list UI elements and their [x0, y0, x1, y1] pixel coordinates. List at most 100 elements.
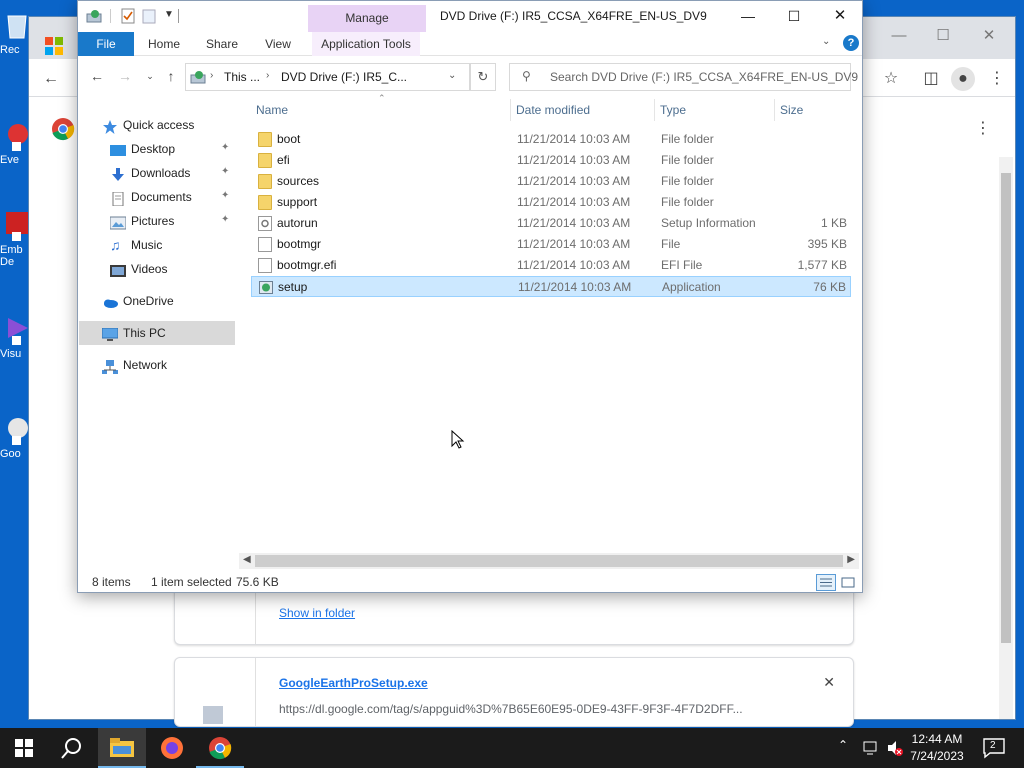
minimize-button[interactable]: —	[728, 3, 768, 29]
forward-arrow-icon[interactable]: →	[115, 66, 135, 86]
scroll-left-arrow-icon[interactable]: ◀	[243, 554, 251, 565]
side-panel-icon[interactable]: ◫	[919, 67, 943, 91]
nav-this-pc[interactable]: This PC	[101, 321, 166, 345]
onedrive-cloud-icon	[102, 294, 118, 308]
file-date: 11/21/2014 10:03 AM	[517, 153, 631, 167]
chrome-close-button[interactable]: ✕	[969, 23, 1009, 49]
file-row[interactable]: bootmgr.efi 11/21/2014 10:03 AM EFI File…	[251, 255, 851, 276]
new-folder-icon[interactable]	[142, 8, 156, 24]
profile-avatar-icon[interactable]: ●	[951, 67, 975, 91]
downloads-menu-icon[interactable]: ⋮	[971, 117, 995, 141]
scroll-right-arrow-icon[interactable]: ▶	[847, 554, 855, 565]
details-view-icon[interactable]	[816, 574, 836, 591]
tab-file[interactable]: File	[78, 32, 134, 56]
download-url: https://dl.google.com/tag/s/appguid%3D%7…	[279, 702, 743, 716]
chrome-maximize-button[interactable]: ☐	[923, 23, 963, 49]
file-date: 11/21/2014 10:03 AM	[517, 258, 631, 272]
desktop-icon-label: Goo	[0, 448, 21, 460]
chrome-menu-icon[interactable]: ⋮	[985, 67, 1009, 91]
status-item-count: 8 items	[92, 575, 131, 589]
address-bar[interactable]: › This ... › DVD Drive (F:) IR5_C... ⌄	[185, 63, 470, 91]
file-row[interactable]: sources 11/21/2014 10:03 AM File folder	[251, 171, 851, 192]
tab-home[interactable]: Home	[140, 32, 188, 56]
nav-quick-access[interactable]: Quick access	[102, 113, 194, 137]
downloads-arrow-icon	[110, 166, 126, 181]
column-header-name[interactable]: Name	[251, 95, 507, 125]
pin-icon[interactable]: ✦	[221, 142, 229, 153]
remove-download-close-icon[interactable]: ✕	[823, 674, 835, 691]
action-center-button[interactable]: 2	[982, 736, 1006, 760]
search-box[interactable]: ⚲ Search DVD Drive (F:) IR5_CCSA_X64FRE_…	[509, 63, 858, 91]
breadcrumb-dvd-drive[interactable]: DVD Drive (F:) IR5_C...	[281, 70, 407, 84]
scrollbar-thumb[interactable]	[255, 555, 843, 567]
large-icons-view-icon[interactable]	[840, 574, 856, 591]
taskbar-file-explorer[interactable]	[98, 728, 146, 768]
file-name: boot	[277, 132, 301, 146]
help-icon[interactable]: ?	[843, 35, 859, 51]
nav-documents[interactable]: Documents	[110, 185, 192, 209]
clock-time: 12:44 AM	[911, 732, 963, 746]
column-header-date-modified[interactable]: Date modified	[511, 95, 651, 125]
nav-videos[interactable]: Videos	[110, 257, 167, 281]
file-row[interactable]: support 11/21/2014 10:03 AM File folder	[251, 192, 851, 213]
maximize-button[interactable]: ☐	[774, 3, 814, 29]
breadcrumb-separator-icon[interactable]: ›	[266, 70, 269, 81]
breadcrumb-this-pc[interactable]: This ...	[224, 70, 260, 84]
tab-share[interactable]: Share	[198, 32, 246, 56]
chrome-vertical-scrollbar[interactable]	[999, 157, 1013, 719]
volume-muted-icon[interactable]	[886, 739, 904, 757]
pin-icon[interactable]: ✦	[221, 214, 229, 225]
taskbar-chrome[interactable]	[196, 728, 244, 768]
tab-view[interactable]: View	[254, 32, 302, 56]
close-button[interactable]: ✕	[820, 3, 860, 29]
horizontal-scrollbar[interactable]: ◀ ▶	[239, 553, 859, 569]
file-row[interactable]: autorun 11/21/2014 10:03 AM Setup Inform…	[251, 213, 851, 234]
taskbar-firefox[interactable]	[148, 728, 196, 768]
tab-application-tools[interactable]: Application Tools	[312, 32, 420, 56]
file-date: 11/21/2014 10:03 AM	[517, 216, 631, 230]
address-dropdown-chevron-icon[interactable]: ⌄	[448, 70, 456, 81]
expand-ribbon-chevron-icon[interactable]: ⌄	[822, 36, 830, 47]
network-status-icon[interactable]	[862, 740, 880, 756]
nav-onedrive[interactable]: OneDrive	[102, 289, 174, 313]
nav-downloads[interactable]: Downloads	[110, 161, 190, 185]
search-button[interactable]	[48, 728, 96, 768]
desktop-folder-icon	[110, 142, 126, 156]
file-name: autorun	[277, 216, 318, 230]
back-icon[interactable]: ←	[39, 67, 63, 91]
nav-network[interactable]: Network	[102, 353, 167, 377]
column-header-size[interactable]: Size	[775, 95, 851, 125]
videos-icon	[110, 262, 126, 277]
chrome-minimize-button[interactable]: —	[879, 23, 919, 49]
pin-icon[interactable]: ✦	[221, 166, 229, 177]
download-filename-link[interactable]: GoogleEarthProSetup.exe	[279, 676, 428, 690]
file-size: 1 KB	[820, 216, 847, 230]
card-divider	[255, 658, 256, 726]
nav-desktop[interactable]: Desktop	[110, 137, 175, 161]
show-in-folder-link[interactable]: Show in folder	[279, 606, 355, 620]
up-arrow-icon[interactable]: ↑	[161, 66, 181, 86]
system-clock[interactable]: 12:44 AM 7/24/2023	[906, 731, 968, 765]
mouse-cursor-icon	[451, 429, 465, 450]
breadcrumb-separator-icon[interactable]: ›	[210, 70, 213, 81]
scrollbar-thumb[interactable]	[1001, 173, 1011, 643]
folder-icon	[258, 132, 272, 147]
start-button[interactable]	[0, 728, 48, 768]
pin-icon[interactable]: ✦	[221, 190, 229, 201]
show-hidden-icons-chevron-icon[interactable]: ⌃	[838, 738, 848, 752]
file-row[interactable]: efi 11/21/2014 10:03 AM File folder	[251, 150, 851, 171]
file-type: EFI File	[661, 258, 703, 272]
column-header-type[interactable]: Type	[655, 95, 773, 125]
refresh-button[interactable]: ↻	[470, 63, 496, 91]
file-row-selected[interactable]: setup 11/21/2014 10:03 AM Application 76…	[251, 276, 851, 297]
file-row[interactable]: bootmgr 11/21/2014 10:03 AM File 395 KB	[251, 234, 851, 255]
nav-music[interactable]: ♫ Music	[110, 233, 162, 257]
nav-pictures[interactable]: Pictures	[109, 209, 174, 233]
bookmark-star-icon[interactable]: ☆	[879, 67, 903, 91]
file-row[interactable]: boot 11/21/2014 10:03 AM File folder	[251, 129, 851, 150]
recent-locations-chevron-icon[interactable]: ⌄	[140, 66, 160, 86]
qat-dropdown-icon[interactable]: ▼	[164, 9, 174, 20]
file-name: support	[277, 195, 318, 209]
properties-icon[interactable]	[120, 8, 136, 24]
back-arrow-icon[interactable]: ←	[87, 66, 107, 86]
